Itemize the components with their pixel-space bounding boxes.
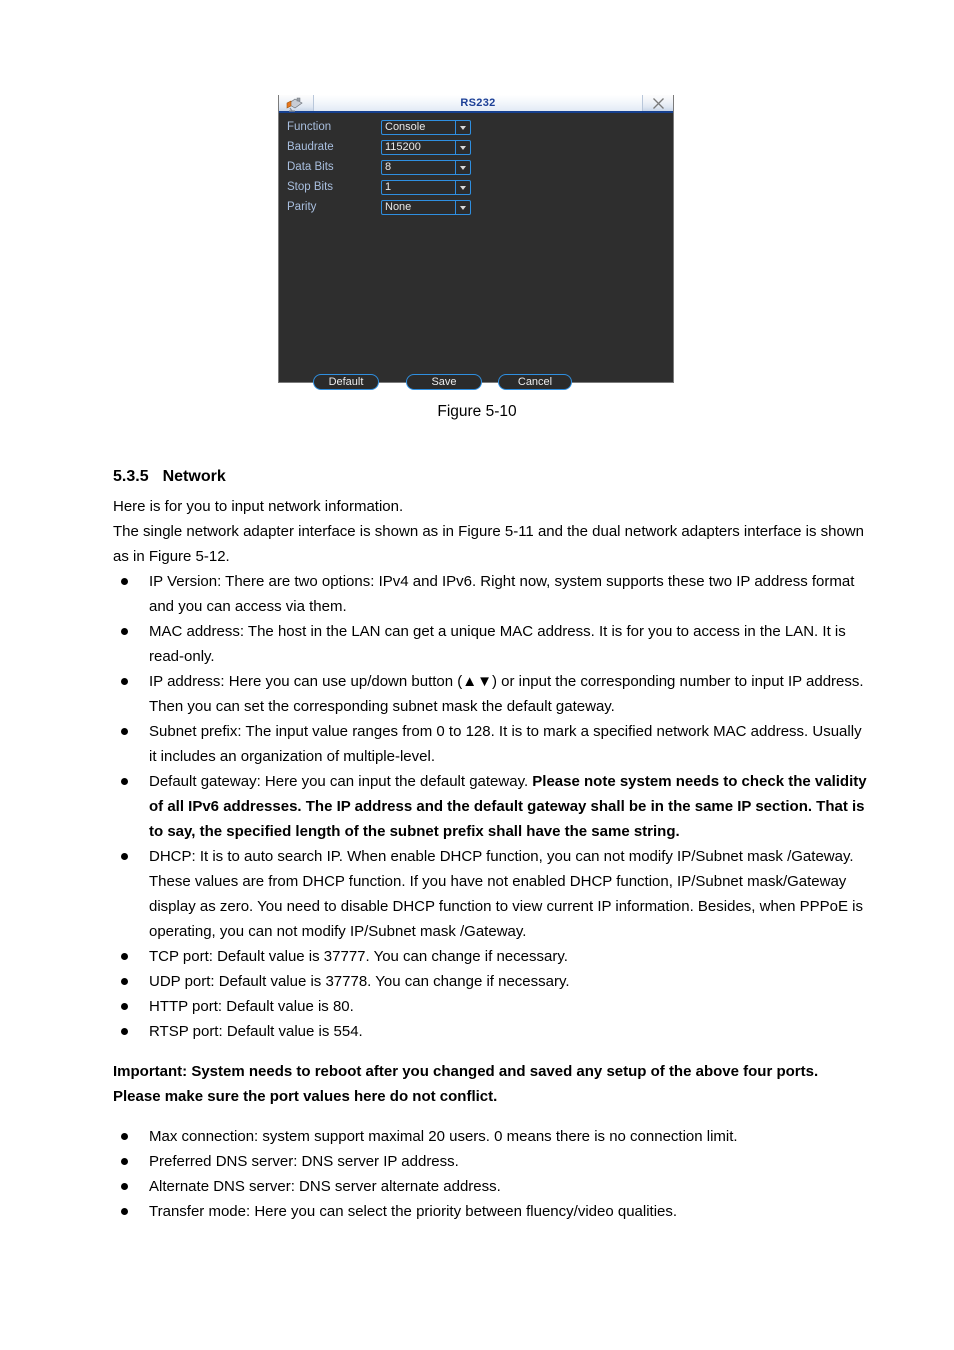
section-content: Here is for you to input network informa… bbox=[113, 494, 869, 1224]
list-item-text: IP address: Here you can use up/down but… bbox=[149, 673, 864, 715]
bullet-icon bbox=[121, 978, 128, 985]
function-dropdown[interactable]: Console bbox=[381, 120, 471, 135]
list-item: HTTP port: Default value is 80. bbox=[113, 994, 869, 1019]
save-button[interactable]: Save bbox=[406, 374, 482, 390]
form-row-stop-bits: Stop Bits 1 bbox=[287, 179, 471, 196]
chevron-down-icon[interactable] bbox=[455, 181, 470, 194]
list-item: UDP port: Default value is 37778. You ca… bbox=[113, 969, 869, 994]
chevron-down-icon[interactable] bbox=[455, 121, 470, 134]
field-label-stop-bits: Stop Bits bbox=[287, 180, 334, 193]
dialog-body: Function Console Baudrate 115200 Data Bi… bbox=[279, 113, 673, 390]
important-note: Important: System needs to reboot after … bbox=[113, 1063, 819, 1105]
field-label-data-bits: Data Bits bbox=[287, 160, 334, 173]
bullet-icon bbox=[121, 1133, 128, 1140]
cancel-button-label: Cancel bbox=[517, 375, 553, 388]
bullet-icon bbox=[121, 953, 128, 960]
bullet-icon bbox=[121, 1003, 128, 1010]
camera-icon bbox=[281, 95, 311, 112]
section-number: 5.3.5 bbox=[113, 468, 149, 485]
list-item: Alternate DNS server: DNS server alterna… bbox=[113, 1174, 869, 1199]
parity-dropdown[interactable]: None bbox=[381, 200, 471, 215]
dialog-button-row: Default Save Cancel bbox=[279, 374, 673, 392]
default-button[interactable]: Default bbox=[313, 374, 379, 390]
stop-bits-dropdown[interactable]: 1 bbox=[381, 180, 471, 195]
intro-paragraph-1: Here is for you to input network informa… bbox=[113, 498, 404, 515]
bullet-icon bbox=[121, 578, 128, 585]
save-button-label: Save bbox=[431, 375, 457, 388]
list-item: Default gateway: Here you can input the … bbox=[113, 769, 869, 844]
section-title: Network bbox=[162, 468, 226, 485]
form-row-parity: Parity None bbox=[287, 199, 471, 216]
list-item-text: TCP port: Default value is 37777. You ca… bbox=[149, 948, 568, 965]
form-row-data-bits: Data Bits 8 bbox=[287, 159, 471, 176]
close-icon[interactable] bbox=[643, 95, 673, 112]
parity-dropdown-value: None bbox=[385, 202, 412, 213]
bullet-icon bbox=[121, 1208, 128, 1215]
list-item-text: Subnet prefix: The input value ranges fr… bbox=[149, 723, 862, 765]
list-item-text: UDP port: Default value is 37778. You ca… bbox=[149, 973, 570, 990]
list-item: MAC address: The host in the LAN can get… bbox=[113, 619, 869, 669]
list-item: IP Version: There are two options: IPv4 … bbox=[113, 569, 869, 619]
list-item-text: RTSP port: Default value is 554. bbox=[149, 1023, 363, 1040]
bullet-icon bbox=[121, 1183, 128, 1190]
section-heading: 5.3.5 Network bbox=[113, 468, 226, 486]
chevron-down-icon[interactable] bbox=[455, 141, 470, 154]
list-item: Preferred DNS server: DNS server IP addr… bbox=[113, 1149, 869, 1174]
list-item-text: Alternate DNS server: DNS server alterna… bbox=[149, 1178, 501, 1195]
dialog-title: RS232 bbox=[460, 96, 496, 109]
list-item: IP address: Here you can use up/down but… bbox=[113, 669, 869, 719]
intro-paragraph-2: The single network adapter interface is … bbox=[113, 523, 864, 565]
bullet-icon bbox=[121, 678, 128, 685]
data-bits-dropdown[interactable]: 8 bbox=[381, 160, 471, 175]
list-item-text: Max connection: system support maximal 2… bbox=[149, 1128, 738, 1145]
form-row-function: Function Console bbox=[287, 119, 471, 136]
default-button-label: Default bbox=[328, 375, 364, 388]
function-dropdown-value: Console bbox=[385, 122, 426, 133]
list-item: Transfer mode: Here you can select the p… bbox=[113, 1199, 869, 1224]
dialog-title-slot: RS232 bbox=[313, 95, 643, 111]
list-item: DHCP: It is to auto search IP. When enab… bbox=[113, 844, 869, 944]
list-item: Subnet prefix: The input value ranges fr… bbox=[113, 719, 869, 769]
list-item-text: HTTP port: Default value is 80. bbox=[149, 998, 354, 1015]
list-item: Max connection: system support maximal 2… bbox=[113, 1124, 869, 1149]
field-label-function: Function bbox=[287, 120, 332, 133]
bullet-icon bbox=[121, 728, 128, 735]
rs232-dialog: RS232 Function Console Baudrate 115200 D… bbox=[278, 95, 674, 390]
baudrate-dropdown-value: 115200 bbox=[385, 142, 421, 153]
chevron-down-icon[interactable] bbox=[455, 161, 470, 174]
bullet-icon bbox=[121, 778, 128, 785]
figure-caption: Figure 5-10 bbox=[437, 403, 517, 420]
list-item-text: DHCP: It is to auto search IP. When enab… bbox=[149, 848, 864, 940]
bullet-icon bbox=[121, 853, 128, 860]
bullet-icon bbox=[121, 1028, 128, 1035]
chevron-down-icon[interactable] bbox=[455, 201, 470, 214]
list-item-text: Preferred DNS server: DNS server IP addr… bbox=[149, 1153, 459, 1170]
field-label-parity: Parity bbox=[287, 200, 317, 213]
field-label-baudrate: Baudrate bbox=[287, 140, 334, 153]
list-item: TCP port: Default value is 37777. You ca… bbox=[113, 944, 869, 969]
list-item: RTSP port: Default value is 554. bbox=[113, 1019, 869, 1044]
list-item-text: MAC address: The host in the LAN can get… bbox=[149, 623, 846, 665]
baudrate-dropdown[interactable]: 115200 bbox=[381, 140, 471, 155]
list-item-text: IP Version: There are two options: IPv4 … bbox=[149, 573, 855, 615]
data-bits-dropdown-value: 8 bbox=[385, 162, 392, 173]
bullet-icon bbox=[121, 628, 128, 635]
cancel-button[interactable]: Cancel bbox=[498, 374, 572, 390]
dialog-titlebar: RS232 bbox=[279, 95, 673, 113]
stop-bits-dropdown-value: 1 bbox=[385, 182, 392, 193]
form-row-baudrate: Baudrate 115200 bbox=[287, 139, 471, 156]
list-item-text: Default gateway: Here you can input the … bbox=[149, 773, 533, 790]
list-item-text: Transfer mode: Here you can select the p… bbox=[149, 1203, 678, 1220]
bullet-icon bbox=[121, 1158, 128, 1165]
